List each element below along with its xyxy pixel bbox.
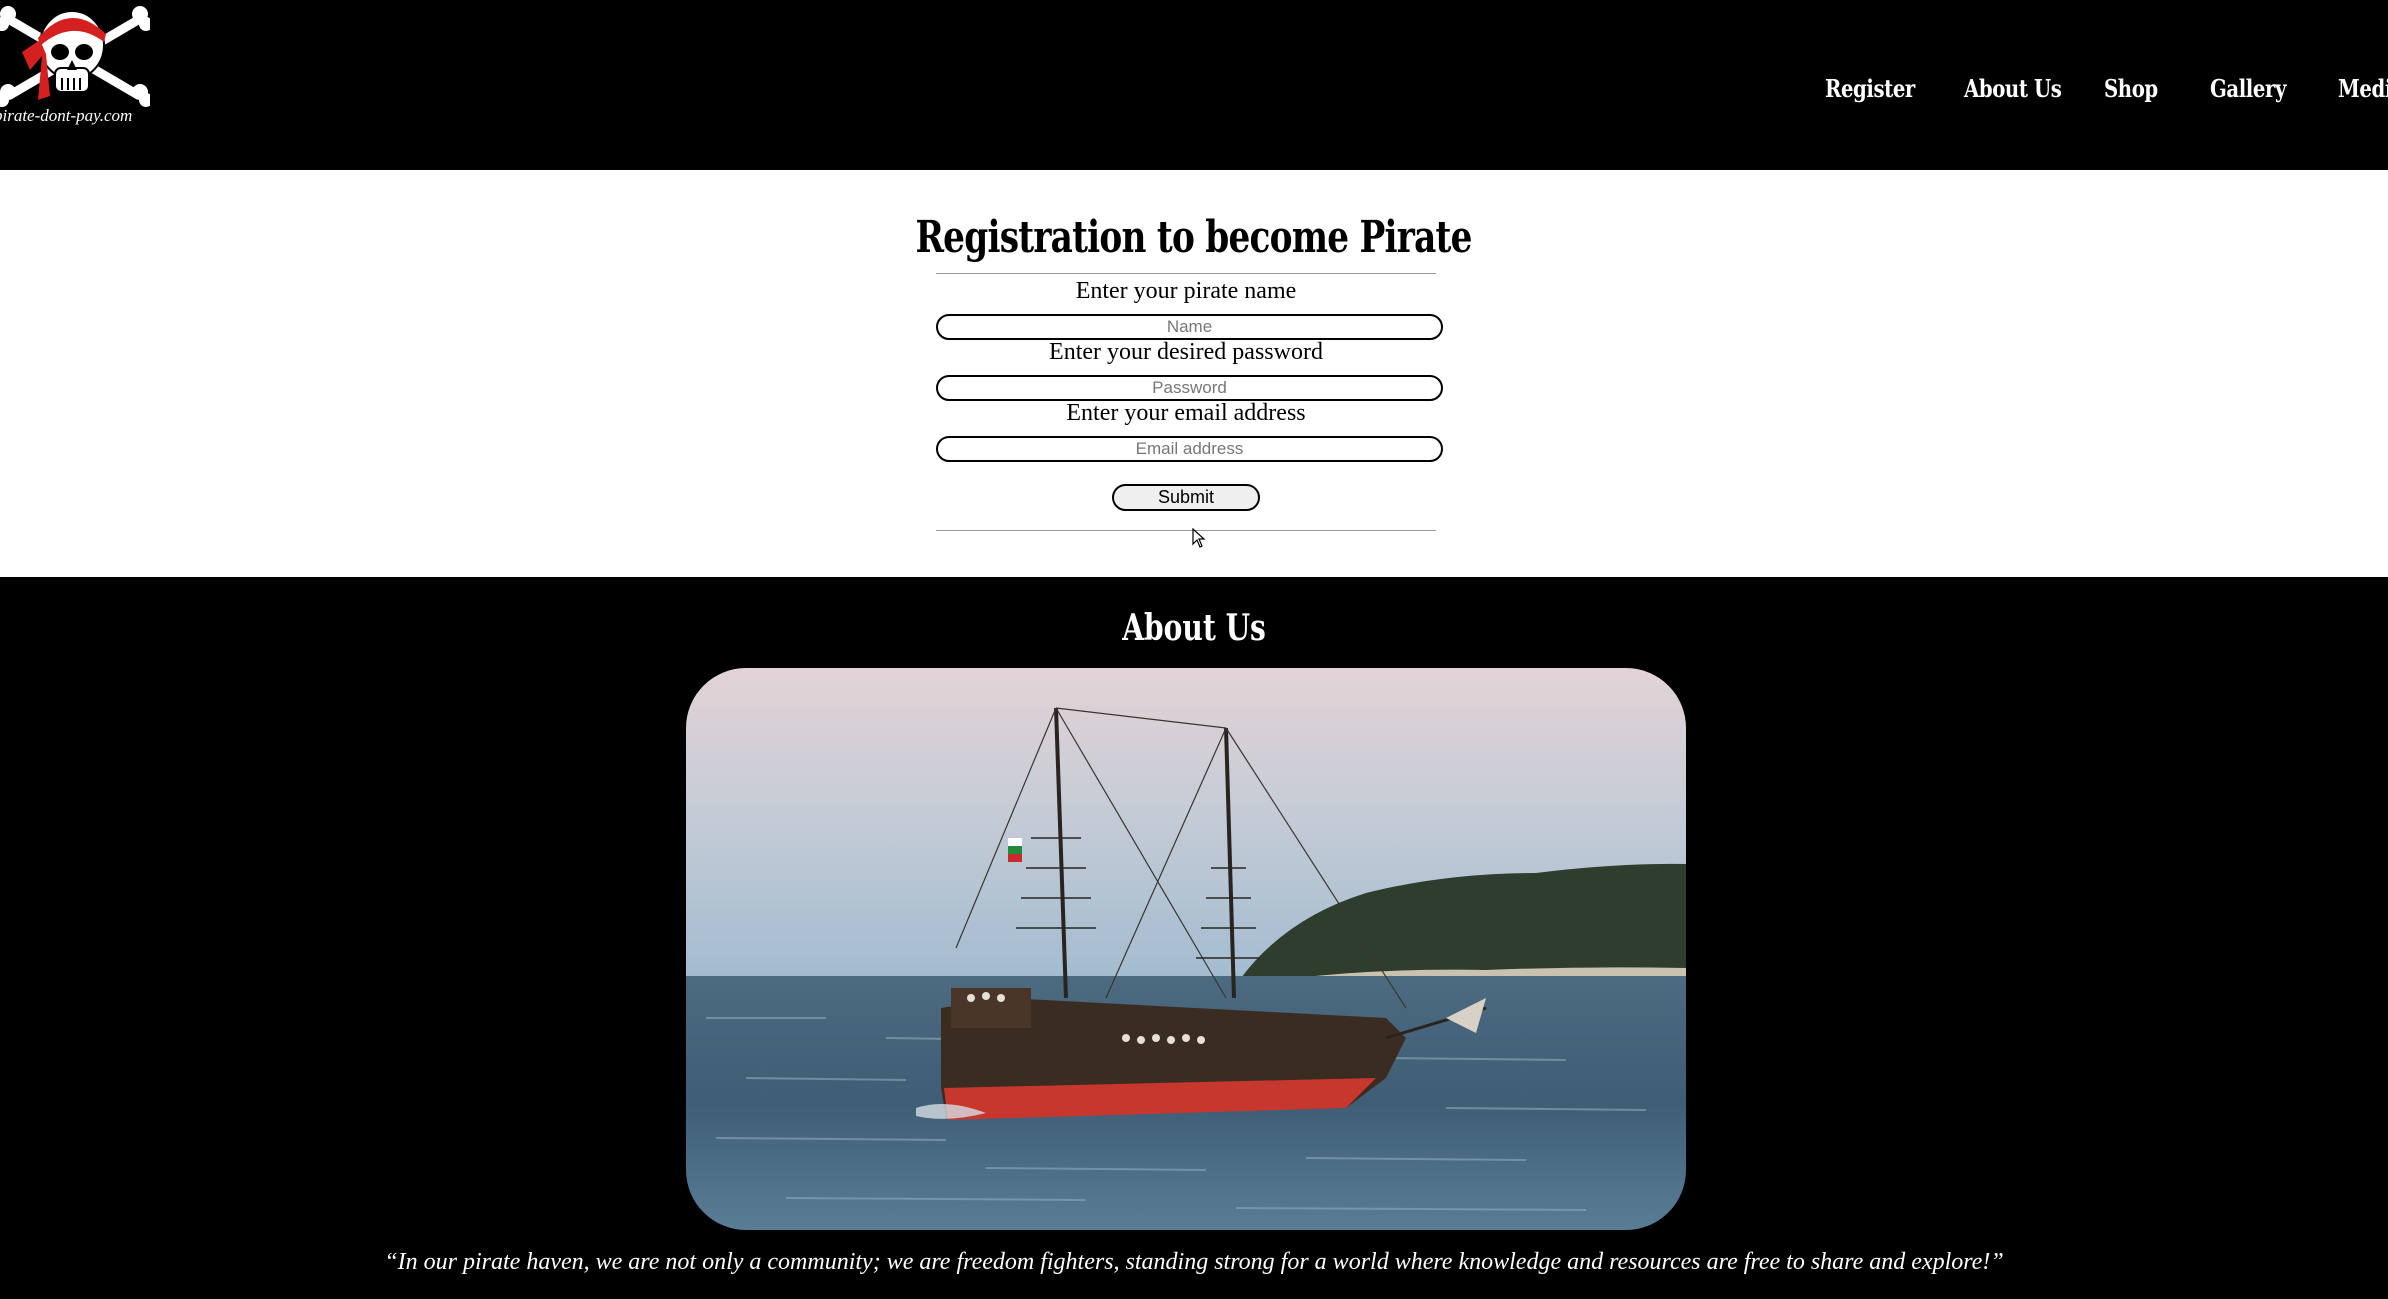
nav-item-about-us[interactable]: About Us [1964,74,2079,103]
about-title: About Us [1122,607,1266,649]
email-input[interactable] [936,436,1443,462]
registration-title: Registration to become Pirate [915,212,1473,263]
nav-item-media[interactable]: Media [2338,74,2388,103]
about-quote: “In our pirate haven, we are not only a … [384,1249,2004,1275]
divider-bottom [936,530,1436,531]
divider-top [936,273,1436,274]
email-label: Enter your email address [1066,400,1306,426]
site-header: pirate-dont-pay.com Register About Us Sh… [0,0,2388,170]
password-input[interactable] [936,375,1443,401]
logo-domain-text: pirate-dont-pay.com [0,106,133,125]
about-section: About Us “In our pirate haven, we are no… [0,577,2388,1299]
nav-item-shop[interactable]: Shop [2104,74,2191,103]
main-nav: Register About Us Shop Gallery Media [1825,74,2388,103]
name-input[interactable] [936,314,1443,340]
submit-button[interactable]: Submit [1112,484,1260,511]
pirate-ship-photo [686,668,1686,1230]
name-label: Enter your pirate name [1075,278,1297,304]
mouse-cursor-icon [1192,527,1206,552]
nav-item-gallery[interactable]: Gallery [2210,74,2315,103]
nav-item-register[interactable]: Register [1825,74,1939,103]
registration-section: Registration to become Pirate Enter your… [0,170,2388,577]
password-label: Enter your desired password [1049,339,1323,365]
